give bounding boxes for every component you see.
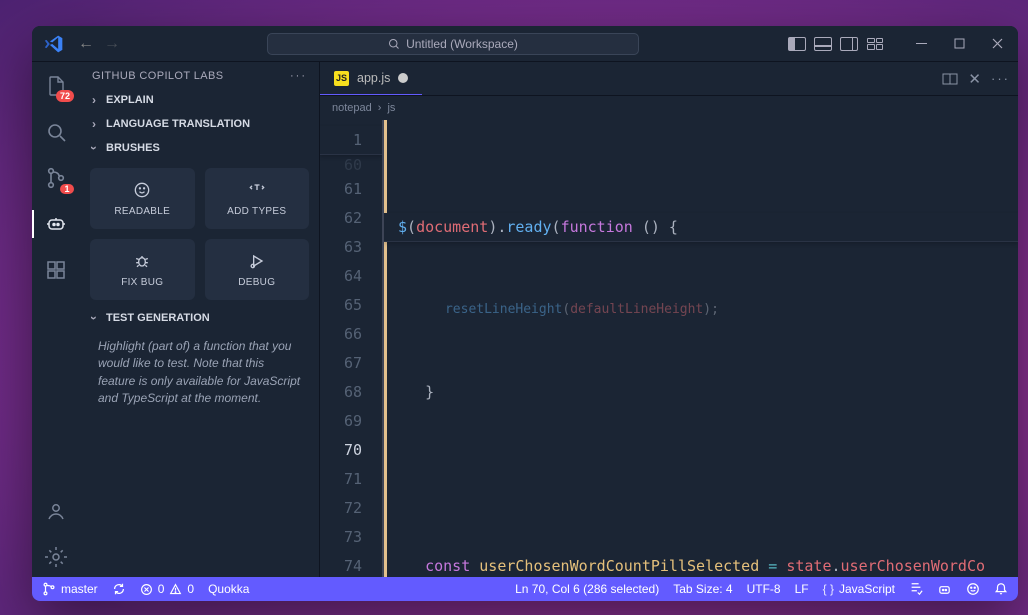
status-feedback[interactable]	[966, 582, 980, 596]
layout-grid-icon[interactable]	[866, 37, 884, 51]
sticky-line-number: 1	[320, 126, 382, 155]
feedback-icon	[966, 582, 980, 596]
status-cursor-position[interactable]: Ln 70, Col 6 (286 selected)	[515, 582, 659, 596]
branch-icon	[42, 582, 56, 596]
status-branch[interactable]: master	[42, 582, 98, 596]
tab-bar: JS app.js ✕ ···	[320, 62, 1018, 96]
check-icon	[909, 582, 923, 596]
warning-icon	[169, 583, 182, 596]
brush-add-types[interactable]: ADD TYPES	[205, 168, 310, 229]
chevron-right-icon: ›	[378, 102, 382, 114]
status-problems[interactable]: 0 0	[140, 582, 194, 596]
smile-icon	[132, 180, 152, 200]
nav-controls: ← →	[78, 36, 120, 52]
activity-explorer[interactable]: 72	[32, 66, 80, 106]
sticky-scroll-line: $(document).ready(function () {	[384, 213, 1018, 242]
copilot-icon	[937, 582, 952, 597]
activity-source-control[interactable]: 1	[32, 158, 80, 198]
chevron-down-icon: ›	[87, 312, 101, 324]
tab-filename: app.js	[357, 71, 390, 85]
bell-icon	[994, 582, 1008, 596]
editor-more-icon[interactable]: ···	[991, 71, 1010, 86]
section-test-generation[interactable]: ›TEST GENERATION	[80, 306, 319, 330]
brush-debug[interactable]: DEBUG	[205, 239, 310, 300]
section-brushes[interactable]: ›BRUSHES	[80, 136, 319, 160]
status-eol[interactable]: LF	[795, 582, 809, 596]
debug-icon	[247, 251, 267, 271]
brush-readable[interactable]: READABLE	[90, 168, 195, 229]
activity-search[interactable]	[32, 112, 80, 152]
dirty-dot-icon	[398, 73, 408, 83]
chevron-down-icon: ›	[87, 142, 101, 154]
layout-right-icon[interactable]	[840, 37, 858, 51]
error-icon	[140, 583, 153, 596]
status-notifications[interactable]	[994, 582, 1008, 596]
status-quokka[interactable]: Quokka	[208, 582, 249, 596]
brushes-grid: READABLE ADD TYPES FIX BUG DEBUG	[80, 160, 319, 306]
activity-settings[interactable]	[32, 537, 80, 577]
brush-fix-bug[interactable]: FIX BUG	[90, 239, 195, 300]
status-encoding[interactable]: UTF-8	[747, 582, 781, 596]
activity-extensions[interactable]	[32, 250, 80, 290]
layout-left-icon[interactable]	[788, 37, 806, 51]
titlebar: ← → Untitled (Workspace)	[32, 26, 1018, 62]
chevron-right-icon: ›	[88, 93, 100, 107]
bug-icon	[132, 251, 152, 271]
window-close-button[interactable]	[980, 30, 1014, 58]
section-language-translation[interactable]: ›LANGUAGE TRANSLATION	[80, 112, 319, 136]
search-icon	[388, 38, 400, 50]
window-title: Untitled (Workspace)	[406, 37, 518, 51]
explorer-badge: 72	[56, 90, 74, 102]
section-explain[interactable]: ›EXPLAIN	[80, 88, 319, 112]
tab-app-js[interactable]: JS app.js	[320, 62, 422, 95]
window-maximize-button[interactable]	[942, 30, 976, 58]
status-copilot[interactable]	[937, 582, 952, 597]
window-minimize-button[interactable]	[904, 30, 938, 58]
activity-copilot-labs[interactable]	[32, 204, 80, 244]
sidebar-more-icon[interactable]: ···	[290, 70, 307, 82]
chevron-right-icon: ›	[88, 117, 100, 131]
status-bar: master 0 0 Quokka Ln 70, Col 6 (286 sele…	[32, 577, 1018, 601]
activity-account[interactable]	[32, 491, 80, 531]
status-tab-size[interactable]: Tab Size: 4	[673, 582, 732, 596]
breadcrumb[interactable]: notepad › js	[320, 96, 1018, 120]
type-icon	[247, 180, 267, 200]
code-content[interactable]: $(document).ready(function () { resetLin…	[382, 120, 1018, 577]
status-language[interactable]: { } JavaScript	[823, 582, 895, 596]
status-sync[interactable]	[112, 582, 126, 596]
split-editor-icon[interactable]	[942, 71, 958, 87]
command-center[interactable]: Untitled (Workspace)	[267, 33, 639, 55]
gutter: 1 60 61 62 63 64 65 66 67 68 69 70 71 72…	[320, 120, 382, 577]
scm-badge: 1	[60, 184, 74, 194]
sidebar-title: GITHUB COPILOT LABS	[92, 70, 223, 82]
vscode-window: ← → Untitled (Workspace) 72	[32, 26, 1018, 601]
test-generation-hint: Highlight (part of) a function that you …	[80, 330, 319, 420]
sync-icon	[112, 582, 126, 596]
code-editor[interactable]: 1 60 61 62 63 64 65 66 67 68 69 70 71 72…	[320, 120, 1018, 577]
layout-bottom-icon[interactable]	[814, 37, 832, 51]
nav-forward-icon[interactable]: →	[104, 36, 120, 52]
sidebar: GITHUB COPILOT LABS ··· ›EXPLAIN ›LANGUA…	[80, 62, 320, 577]
editor-group: JS app.js ✕ ··· notepad › js 1 60	[320, 62, 1018, 577]
vscode-logo-icon	[44, 34, 64, 54]
status-prettier[interactable]	[909, 582, 923, 596]
close-all-icon[interactable]: ✕	[968, 70, 981, 88]
activity-bar: 72 1	[32, 62, 80, 577]
nav-back-icon[interactable]: ←	[78, 36, 94, 52]
js-file-icon: JS	[334, 71, 349, 86]
